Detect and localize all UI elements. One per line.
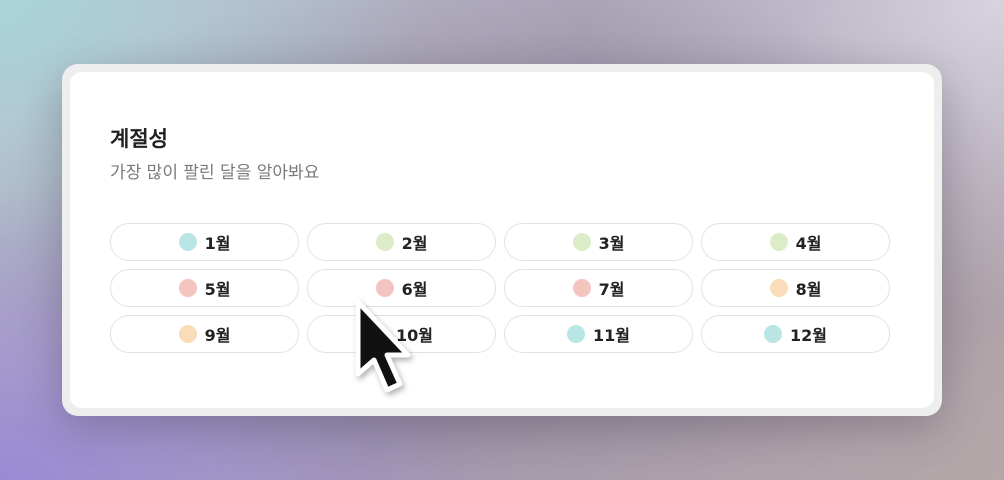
month-color-dot <box>572 233 591 251</box>
month-color-dot <box>764 325 782 343</box>
month-label: 9월 <box>204 326 231 345</box>
mouse-pointer-icon <box>355 299 411 393</box>
month-color-dot <box>178 325 197 343</box>
month-pill-2[interactable]: 2월 <box>307 223 496 261</box>
month-label: 2월 <box>401 234 428 253</box>
month-pill-5[interactable]: 5월 <box>110 269 299 307</box>
month-label: 12월 <box>790 326 827 345</box>
month-pill-1[interactable]: 1월 <box>110 223 299 261</box>
month-label: 1월 <box>204 234 231 253</box>
month-grid: 1월 2월 3월 4월 5월 6월 7월 8월 9월 10월 11월 12월 <box>110 223 894 353</box>
month-label: 7월 <box>598 280 625 299</box>
seasonality-card: 계절성 가장 많이 팔린 달을 알아봐요 1월 2월 3월 4월 5월 6월 7… <box>70 72 934 408</box>
month-pill-7[interactable]: 7월 <box>504 269 693 307</box>
month-color-dot <box>178 279 197 297</box>
month-pill-11[interactable]: 11월 <box>504 315 693 353</box>
month-color-dot <box>178 233 197 251</box>
month-label: 6월 <box>401 280 428 299</box>
month-color-dot <box>769 279 788 297</box>
month-color-dot <box>769 233 788 251</box>
card-title: 계절성 <box>110 127 168 151</box>
month-color-dot <box>375 233 394 251</box>
month-label: 3월 <box>598 234 625 253</box>
month-label: 8월 <box>795 280 822 299</box>
month-color-dot <box>567 325 585 343</box>
month-label: 4월 <box>795 234 822 253</box>
month-color-dot <box>572 279 591 297</box>
month-pill-3[interactable]: 3월 <box>504 223 693 261</box>
month-pill-8[interactable]: 8월 <box>701 269 890 307</box>
month-label: 11월 <box>593 326 630 345</box>
month-pill-12[interactable]: 12월 <box>701 315 890 353</box>
seasonality-card-frame: 계절성 가장 많이 팔린 달을 알아봐요 1월 2월 3월 4월 5월 6월 7… <box>62 64 942 416</box>
card-subtitle: 가장 많이 팔린 달을 알아봐요 <box>110 163 320 183</box>
month-label: 5월 <box>204 280 231 299</box>
month-pill-4[interactable]: 4월 <box>701 223 890 261</box>
month-color-dot <box>375 279 394 297</box>
month-pill-9[interactable]: 9월 <box>110 315 299 353</box>
